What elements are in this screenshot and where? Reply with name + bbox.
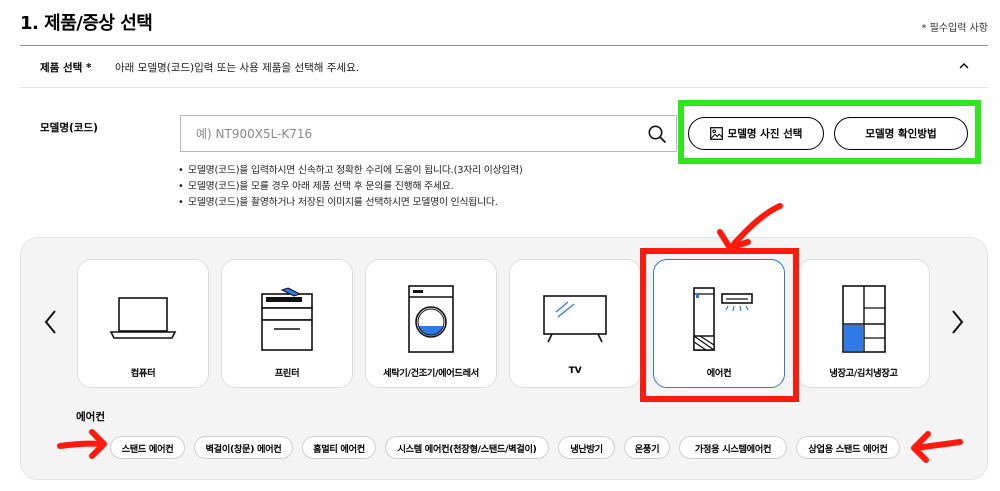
washing-machine-icon xyxy=(408,285,454,353)
category-card-washer[interactable]: 세탁기/건조기/에어드레서 xyxy=(365,259,497,388)
category-card-computer[interactable]: 컴퓨터 xyxy=(77,259,209,388)
subcategory-chip[interactable]: 시스템 에어컨(천장형/스탠드/벽걸이) xyxy=(385,436,549,459)
model-howto-button[interactable]: 모델명 확인방법 xyxy=(834,117,968,150)
model-search-input[interactable] xyxy=(181,116,641,151)
chevron-right-icon[interactable] xyxy=(948,308,966,336)
subcategory-chip[interactable]: 스탠드 에어컨 xyxy=(110,436,185,459)
category-card-tv[interactable]: TV xyxy=(509,259,641,388)
product-select-description: 아래 모델명(코드)입력 또는 사용 제품을 선택해 주세요. xyxy=(115,62,360,74)
model-tips-list: 모델명(코드)을 입력하시면 신속하고 정확한 수리에 도움이 됩니다.(3자리… xyxy=(178,163,523,211)
red-highlight-box xyxy=(640,248,799,402)
required-note: * 필수입력 사항 xyxy=(921,23,988,34)
model-photo-select-label: 모델명 사진 선택 xyxy=(727,128,803,140)
category-label: 세탁기/건조기/에어드레서 xyxy=(383,368,479,379)
subcategory-title: 에어컨 xyxy=(76,411,105,423)
category-card-refrigerator[interactable]: 냉장고/김치냉장고 xyxy=(797,259,930,388)
subcategory-chip[interactable]: 상업용 스탠드 에어컨 xyxy=(796,436,900,459)
product-select-label: 제품 선택 * xyxy=(40,62,92,74)
model-photo-select-button[interactable]: 모델명 사진 선택 xyxy=(688,117,824,150)
subcategory-chip[interactable]: 벽걸이(창문) 에어컨 xyxy=(194,436,293,459)
subcategory-chip[interactable]: 가정용 시스템에어컨 xyxy=(679,436,787,459)
laptop-icon xyxy=(109,297,177,339)
model-label: 모델명(코드) xyxy=(40,122,98,134)
chevron-left-icon[interactable] xyxy=(42,308,60,336)
subcategory-chip[interactable]: 온풍기 xyxy=(624,436,670,459)
category-card-printer[interactable]: 프린터 xyxy=(221,259,353,388)
chevron-up-icon[interactable] xyxy=(956,58,972,74)
model-search-box xyxy=(180,115,677,152)
model-howto-label: 모델명 확인방법 xyxy=(865,128,937,140)
tip-item: 모델명(코드)을 모를 경우 아래 제품 선택 후 문의를 진행해 주세요. xyxy=(178,179,523,195)
category-label: 프린터 xyxy=(274,368,300,379)
printer-icon xyxy=(261,287,313,351)
tip-item: 모델명(코드)을 입력하시면 신속하고 정확한 수리에 도움이 됩니다.(3자리… xyxy=(178,163,523,179)
image-icon xyxy=(709,127,723,140)
category-label: 냉장고/김치냉장고 xyxy=(829,368,898,379)
tv-icon xyxy=(543,295,607,343)
tip-item: 모델명(코드)을 촬영하거나 저장된 이미지를 선택하시면 모델명이 인식됩니다… xyxy=(178,195,523,211)
category-label: TV xyxy=(568,365,582,376)
page-title: 1. 제품/증상 선택 xyxy=(20,13,153,34)
refrigerator-icon xyxy=(841,285,886,353)
search-icon[interactable] xyxy=(647,124,667,144)
subcategory-chip[interactable]: 냉난방기 xyxy=(558,436,615,459)
subcategory-chip[interactable]: 홈멀티 에어컨 xyxy=(302,436,376,459)
category-label: 컴퓨터 xyxy=(130,368,156,379)
product-select-header[interactable]: 제품 선택 * 아래 모델명(코드)입력 또는 사용 제품을 선택해 주세요. xyxy=(20,46,988,88)
